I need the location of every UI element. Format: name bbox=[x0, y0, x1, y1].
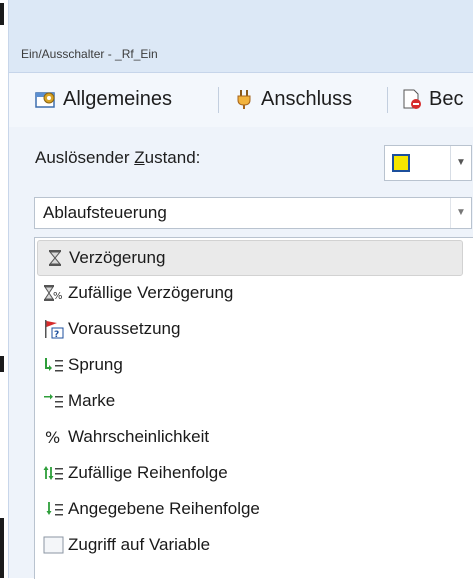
list-item-label: Voraussetzung bbox=[68, 319, 181, 338]
chevron-down-icon[interactable]: ▼ bbox=[450, 198, 471, 228]
tab-anschluss[interactable]: Anschluss bbox=[233, 83, 352, 115]
category-select-value: Ablaufsteuerung bbox=[43, 203, 167, 222]
list-item-zufaellige-reihenfolge[interactable]: Zufällige Reihenfolge bbox=[37, 456, 461, 490]
category-select[interactable]: Ablaufsteuerung ▼ bbox=[34, 197, 472, 229]
list-item-label: Sprung bbox=[68, 355, 123, 374]
tab-bec[interactable]: Bec bbox=[401, 83, 463, 115]
list-item-verzoegerung[interactable]: Verzögerung bbox=[37, 240, 463, 276]
random-order-icon bbox=[43, 463, 65, 483]
hourglass-percent-icon: % bbox=[43, 283, 65, 303]
tab-allgemeines[interactable]: Allgemeines bbox=[35, 83, 172, 115]
hourglass-icon bbox=[44, 248, 66, 268]
state-color-swatch bbox=[392, 154, 410, 172]
list-item-zugriff-auf-variable[interactable]: Zugriff auf Variable bbox=[37, 528, 461, 562]
list-item-label: Zufällige Verzögerung bbox=[68, 283, 234, 302]
settings-window-icon bbox=[35, 88, 57, 110]
list-item-sprung[interactable]: Sprung bbox=[37, 348, 461, 382]
toolbar-divider bbox=[387, 87, 388, 113]
window-title: Ein/Ausschalter - _Rf_Ein bbox=[21, 47, 158, 61]
given-order-icon bbox=[43, 499, 65, 519]
left-window-edge bbox=[0, 0, 6, 578]
list-item-label: Wahrscheinlichkeit bbox=[68, 427, 210, 446]
list-item-label: Zufällige Reihenfolge bbox=[68, 463, 228, 482]
list-item-marke[interactable]: Marke bbox=[37, 384, 461, 418]
tab-toolbar: Allgemeines Anschluss Bec bbox=[9, 73, 473, 127]
trigger-state-dropdown[interactable]: ▼ bbox=[384, 145, 472, 181]
variable-icon bbox=[43, 535, 65, 555]
plug-icon bbox=[233, 88, 255, 110]
list-item-wahrscheinlichkeit[interactable]: % Wahrscheinlichkeit bbox=[37, 420, 461, 454]
tab-anschluss-label: Anschluss bbox=[261, 87, 353, 110]
marker-icon bbox=[43, 391, 65, 411]
svg-text:%: % bbox=[53, 291, 63, 302]
jump-icon bbox=[43, 355, 65, 375]
list-item-voraussetzung[interactable]: ? Voraussetzung bbox=[37, 312, 461, 346]
flag-question-icon: ? bbox=[43, 319, 65, 339]
list-item-label: Verzögerung bbox=[69, 248, 166, 267]
trigger-state-label: Auslösender Zustand: bbox=[35, 148, 201, 167]
title-bar: Ein/Ausschalter - _Rf_Ein bbox=[9, 0, 473, 73]
dialog-window: Ein/Ausschalter - _Rf_Ein Allgemeines An… bbox=[8, 0, 473, 579]
svg-text:?: ? bbox=[54, 330, 59, 339]
toolbar-divider bbox=[218, 87, 219, 113]
list-item-zufaellige-verzoegerung[interactable]: % Zufällige Verzögerung bbox=[37, 276, 461, 310]
action-list: Verzögerung % Zufällige Verzögerung ? Vo… bbox=[34, 237, 473, 579]
list-item-label: Zugriff auf Variable bbox=[68, 535, 211, 554]
list-item-angegebene-reihenfolge[interactable]: Angegebene Reihenfolge bbox=[37, 492, 461, 526]
list-item-label: Angegebene Reihenfolge bbox=[68, 499, 260, 518]
list-item-label: Marke bbox=[68, 391, 116, 410]
chevron-down-icon[interactable]: ▼ bbox=[450, 146, 471, 180]
document-delete-icon bbox=[401, 88, 423, 110]
percent-icon: % bbox=[43, 427, 65, 447]
tab-allgemeines-label: Allgemeines bbox=[63, 87, 172, 110]
svg-text:%: % bbox=[45, 428, 60, 446]
tab-bec-label: Bec bbox=[429, 87, 464, 110]
